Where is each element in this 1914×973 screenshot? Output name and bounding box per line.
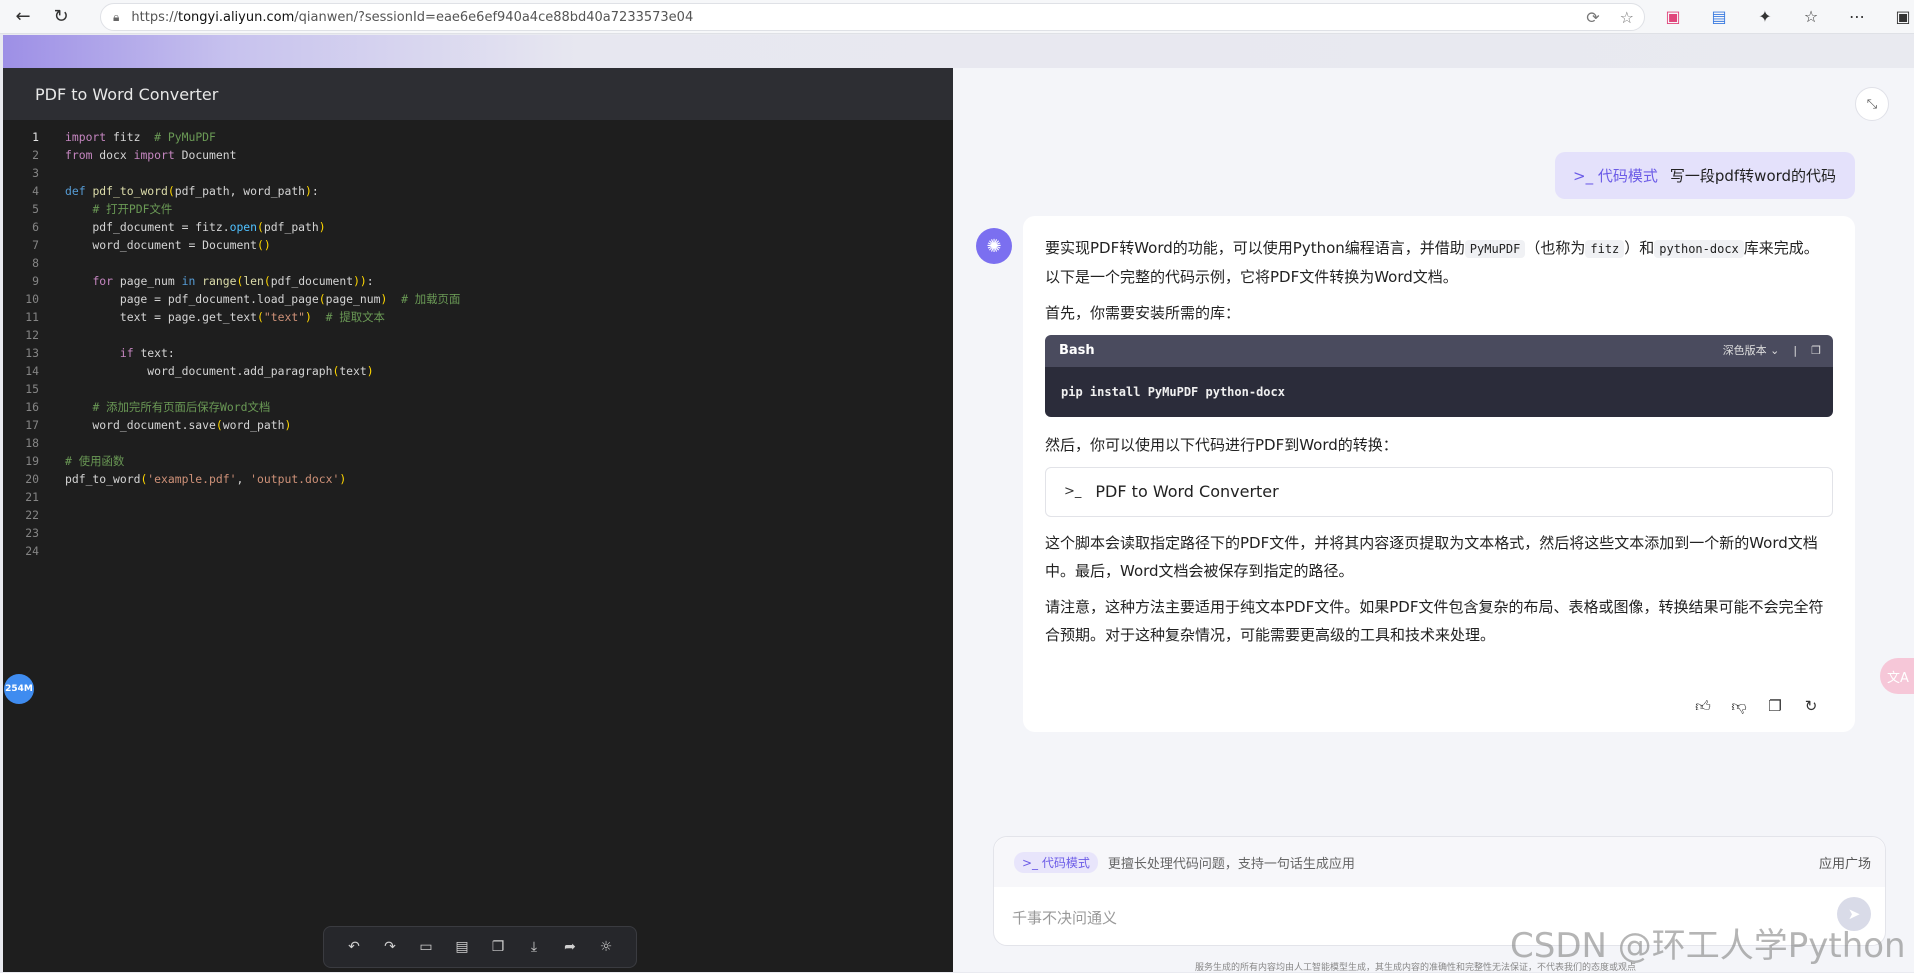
thumbs-down-icon[interactable]: 👎︎	[1731, 697, 1747, 715]
code-toolbar: ↶ ↷ ▭ ▤ ❐ ⤓ ➦ ☼	[323, 926, 637, 968]
code-line: 7 word_document = Document()	[32, 238, 271, 252]
extension-doc-icon[interactable]: ▤	[1709, 6, 1729, 26]
code-mode-pill[interactable]: >_ 代码模式	[1014, 851, 1098, 873]
code-artifact-card[interactable]: >_ PDF to Word Converter	[1045, 467, 1833, 517]
code-line: 16 # 添加完所有页面后保存Word文档	[25, 400, 271, 414]
undo-icon[interactable]: ↶	[344, 937, 364, 957]
download-icon[interactable]: ⤓	[524, 937, 544, 957]
code-panel-title: PDF to Word Converter	[35, 84, 219, 104]
thumbs-up-icon[interactable]: 👍︎	[1695, 697, 1711, 715]
favorites-list-icon[interactable]: ☆	[1801, 6, 1821, 26]
answer-paragraph: 要实现PDF转Word的功能，可以使用Python编程语言，并借助 PyMuPDF…	[1045, 239, 1819, 286]
url-host: tongyi.aliyun.com	[178, 9, 295, 25]
input-mode-bar: >_ 代码模式 更擅长处理代码问题，支持一句话生成应用 应用广场	[994, 837, 1885, 887]
artifact-title: PDF to Word Converter	[1095, 482, 1279, 501]
answer-paragraph: 请注意，这种方法主要适用于纯文本PDF文件。如果PDF文件包含复杂的布局、表格或…	[1045, 598, 1824, 644]
code-line: 17 word_document.save(word_path)	[25, 418, 292, 432]
mode-hint: 更擅长处理代码问题，支持一句话生成应用	[1107, 856, 1355, 872]
more-menu-icon[interactable]: ⋯	[1847, 6, 1867, 26]
extensions-puzzle-icon[interactable]: ✦	[1755, 6, 1775, 26]
code-line: 22	[25, 508, 39, 522]
theme-sun-icon[interactable]: ☼	[596, 937, 616, 957]
code-line: 8	[32, 256, 39, 270]
app-square-link[interactable]: 应用广场	[1819, 837, 1871, 887]
terminal-icon: >_	[1064, 484, 1082, 499]
code-panel-header: PDF to Word Converter	[3, 68, 953, 120]
lock-icon: 🔒︎	[113, 9, 120, 24]
assistant-answer: 要实现PDF转Word的功能，可以使用Python编程语言，并借助 PyMuPDF…	[1023, 216, 1855, 732]
browser-toolbar: ← ↻ 🔒︎ https://tongyi.aliyun.com/qianwen…	[0, 0, 1914, 34]
code-line: 4 def pdf_to_word(pdf_path, word_path):	[32, 184, 319, 198]
code-line: 11 text = page.get_text("text") # 提取文本	[25, 310, 385, 324]
bash-code-content: pip install PyMuPDF python-docx	[1045, 367, 1833, 417]
theme-dropdown[interactable]: 深色版本 ⌄	[1723, 337, 1780, 365]
answer-actions: 👍︎ 👎︎ ❐ ↻	[1695, 697, 1819, 715]
edit-doc-icon[interactable]: ▤	[452, 937, 472, 957]
bash-lang-label: Bash	[1059, 343, 1095, 358]
code-line: 2 from docx import Document	[32, 148, 237, 162]
watermark: CSDN @环工人学Python	[1510, 926, 1906, 966]
code-line: 3	[32, 166, 39, 180]
code-line: 19 # 使用函数	[25, 454, 125, 468]
share-icon[interactable]: ➦	[560, 937, 580, 957]
memory-badge[interactable]: 254M	[4, 674, 34, 704]
code-line: 20 pdf_to_word('example.pdf', 'output.doc…	[25, 472, 347, 486]
user-message-mode: >_ 代码模式	[1573, 167, 1658, 185]
chat-input[interactable]: 千事不决问通义	[1012, 907, 1117, 928]
url-prefix: https://	[131, 9, 178, 25]
code-line: 21	[25, 490, 39, 504]
answer-paragraph: 首先，你需要安装所需的库：	[1045, 304, 1241, 322]
code-line: 10 page = pdf_document.load_page(page_nu…	[25, 292, 461, 306]
code-line: 13 if text:	[25, 346, 175, 360]
extension-red-icon[interactable]: ▣	[1663, 6, 1683, 26]
url-path: /qianwen/?sessionId=eae6e6ef940a4ce88bd4…	[294, 9, 694, 25]
bash-code-header: Bash 深色版本 ⌄ | ❐	[1045, 335, 1833, 367]
assistant-avatar-icon: ✺	[976, 228, 1012, 264]
regenerate-icon[interactable]: ↻	[1803, 697, 1819, 715]
sidebar-toggle-icon[interactable]: ▣	[1893, 6, 1913, 26]
code-line: 12	[25, 328, 39, 342]
code-line: 1 import fitz # PyMuPDF	[32, 130, 216, 144]
comment-icon[interactable]: ▭	[416, 937, 436, 957]
favorite-star-icon[interactable]: ☆	[1620, 8, 1634, 27]
copy-code-icon[interactable]: ❐	[1811, 337, 1821, 365]
redo-icon[interactable]: ↷	[380, 937, 400, 957]
translate-bubble-icon[interactable]: 文A	[1880, 658, 1914, 694]
translate-page-icon[interactable]: ⟳	[1586, 8, 1599, 27]
code-line: 6 pdf_document = fitz.open(pdf_path)	[32, 220, 326, 234]
code-line: 18	[25, 436, 39, 450]
code-line: 14 word_document.add_paragraph(text)	[25, 364, 374, 378]
code-panel: PDF to Word Converter 1 import fitz # PyM…	[3, 68, 953, 972]
code-line: 5 # 打开PDF文件	[32, 202, 173, 216]
copy-icon[interactable]: ❐	[488, 937, 508, 957]
code-line: 24	[25, 544, 39, 558]
address-bar[interactable]: 🔒︎ https://tongyi.aliyun.com/qianwen/?se…	[100, 3, 1645, 31]
answer-paragraph: 这个脚本会读取指定路径下的PDF文件，并将其内容逐页提取为文本格式，然后将这些文…	[1045, 534, 1818, 580]
header-gradient-band	[3, 35, 1914, 68]
code-line: 9 for page_num in range(len(pdf_document…	[32, 274, 374, 288]
code-line: 15	[25, 382, 39, 396]
code-line: 23	[25, 526, 39, 540]
user-message: >_ 代码模式 写一段pdf转word的代码	[1555, 152, 1855, 199]
bash-code-block: Bash 深色版本 ⌄ | ❐ pip install PyMuPDF pyth…	[1045, 335, 1833, 417]
collapse-icon[interactable]: ⤡	[1855, 87, 1889, 121]
user-message-text: 写一段pdf转word的代码	[1669, 167, 1837, 185]
code-editor[interactable]: 1 import fitz # PyMuPDF 2 from docx import…	[3, 120, 953, 560]
copy-answer-icon[interactable]: ❐	[1767, 697, 1783, 715]
back-arrow-icon[interactable]: ←	[8, 2, 38, 32]
reload-icon[interactable]: ↻	[46, 2, 76, 32]
answer-paragraph: 然后，你可以使用以下代码进行PDF到Word的转换：	[1045, 436, 1398, 454]
